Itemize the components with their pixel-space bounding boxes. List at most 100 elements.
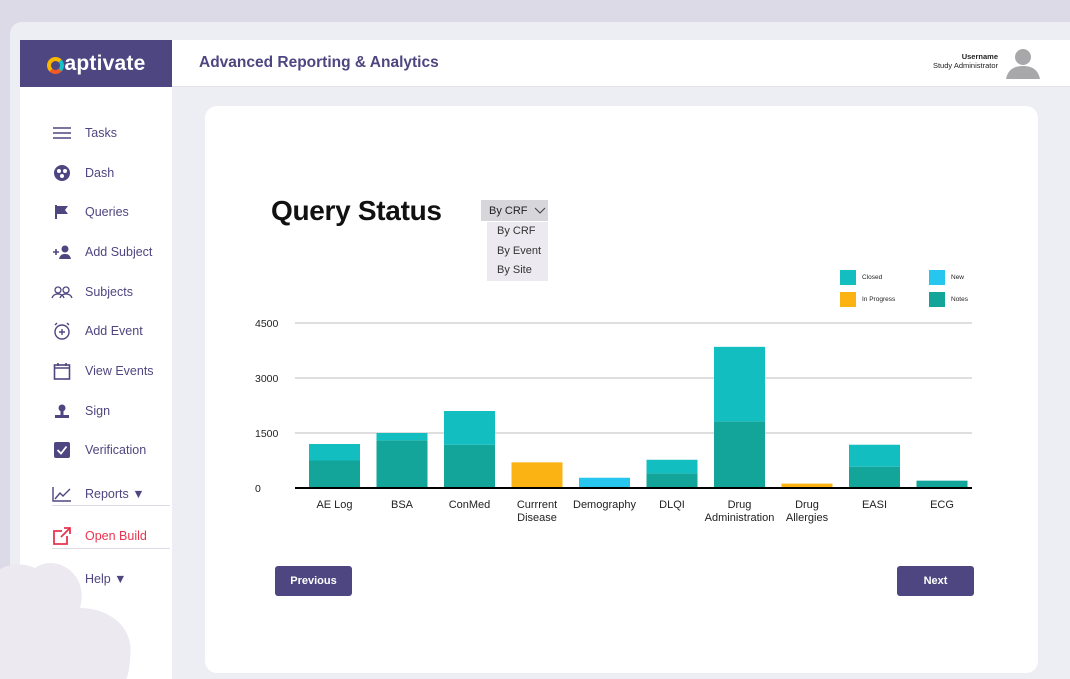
x-tick-label: Disease: [517, 512, 557, 524]
logo-mark-icon: [46, 57, 64, 74]
avatar-icon[interactable]: [1006, 48, 1040, 80]
bar-closed: [376, 433, 428, 441]
bar-notes: [444, 444, 495, 488]
y-tick-label: 4500: [255, 318, 279, 330]
legend-item-notes: Notes: [929, 292, 968, 307]
sidebar-item-add-event[interactable]: Add Event: [20, 318, 143, 344]
x-tick-label: AE Log: [316, 499, 352, 511]
sidebar-item-reports[interactable]: Reports ▼: [20, 481, 145, 507]
sidebar-item-tasks[interactable]: Tasks: [20, 120, 117, 146]
sidebar-item-label: Sign: [85, 404, 111, 418]
sign-icon: [51, 403, 73, 419]
bar-in-progress: [511, 462, 563, 488]
sidebar-item-subjects[interactable]: Subjects: [20, 279, 133, 305]
line-chart-icon: [51, 486, 73, 502]
sidebar-divider: [52, 505, 170, 506]
x-tick-label: ECG: [930, 499, 954, 511]
main-card: Query Status By CRF By CRF By Event By S…: [205, 106, 1038, 673]
chart-legend: Closed New In Progress Notes: [840, 270, 980, 312]
dropdown-option-event[interactable]: By Event: [487, 242, 548, 262]
flag-icon: [51, 204, 73, 220]
legend-label: In Progress: [862, 296, 896, 303]
group-by-dropdown[interactable]: By CRF: [481, 200, 548, 221]
sidebar-item-label: View Events: [85, 364, 154, 378]
people-icon: [51, 285, 73, 299]
legend-swatch: [929, 292, 945, 307]
x-tick-label: Drug: [795, 499, 819, 511]
logo-text: aptivate: [64, 51, 146, 75]
dropdown-menu: By CRF By Event By Site: [487, 222, 548, 281]
add-alarm-icon: [51, 322, 73, 340]
legend-swatch: [840, 292, 856, 307]
legend-label: Closed: [862, 274, 883, 281]
x-tick-label: DLQI: [659, 499, 685, 511]
sidebar-item-label: Verification: [85, 443, 147, 457]
legend-label: Notes: [951, 296, 968, 303]
menu-icon: [51, 126, 73, 140]
query-status-chart: 0 1500 3000 4500 AE Log BSA ConMed CurrrentDise…: [255, 318, 972, 524]
bar-closed: [849, 444, 900, 467]
sidebar-item-label: Reports ▼: [85, 487, 145, 501]
page-title: Query Status: [271, 195, 442, 226]
y-tick-label: 3000: [255, 373, 279, 385]
decorative-cloud: [0, 563, 131, 679]
sidebar-item-sign[interactable]: Sign: [20, 398, 110, 424]
bar-notes: [646, 473, 698, 488]
x-tick-label: BSA: [391, 499, 414, 511]
legend-label: New: [951, 274, 965, 281]
x-tick-label: Allergies: [786, 512, 829, 524]
bar-closed: [646, 459, 698, 474]
sidebar-item-label: Add Subject: [85, 245, 153, 259]
previous-button[interactable]: Previous: [275, 566, 352, 596]
sidebar-item-verification[interactable]: Verification: [20, 437, 146, 463]
external-link-icon: [51, 527, 73, 545]
app-title: Advanced Reporting & Analytics: [199, 54, 439, 71]
x-tick-label: ConMed: [449, 499, 491, 511]
sidebar-item-label: Open Build: [85, 529, 147, 543]
sidebar-item-label: Queries: [85, 205, 129, 219]
bar-notes: [376, 440, 428, 488]
bar-closed: [714, 346, 765, 422]
top-bar: Advanced Reporting & Analytics Username …: [172, 40, 1070, 87]
logo[interactable]: aptivate: [20, 40, 172, 87]
legend-swatch: [840, 270, 856, 285]
x-tick-label: Currrent: [517, 499, 557, 511]
calendar-icon: [51, 362, 73, 380]
dropdown-option-site[interactable]: By Site: [487, 261, 548, 281]
legend-item-new: New: [929, 270, 964, 285]
bar-new: [579, 477, 630, 488]
dashboard-icon: [51, 164, 73, 182]
bar-notes: [916, 480, 968, 488]
add-person-icon: [51, 244, 73, 260]
x-tick-label: Demography: [573, 499, 636, 511]
bar-closed: [444, 411, 495, 445]
dropdown-selected: By CRF: [489, 204, 528, 217]
y-tick-label: 1500: [255, 428, 279, 440]
sidebar-item-view-events[interactable]: View Events: [20, 358, 154, 384]
bar-notes: [309, 460, 360, 488]
user-info[interactable]: Username Study Administrator: [933, 52, 998, 70]
sidebar-item-label: Subjects: [85, 285, 133, 299]
x-tick-label: Administration: [705, 512, 775, 524]
sidebar-item-label: Add Event: [85, 324, 143, 338]
chevron-down-icon: [534, 207, 545, 214]
legend-item-in-progress: In Progress: [840, 292, 895, 307]
bar-closed: [309, 444, 360, 461]
bar-notes: [849, 466, 900, 488]
sidebar-item-add-subject[interactable]: Add Subject: [20, 239, 152, 265]
user-name: Username: [961, 52, 998, 61]
sidebar-item-label: Tasks: [85, 126, 117, 140]
x-tick-label: EASI: [862, 499, 887, 511]
sidebar-item-dash[interactable]: Dash: [20, 160, 114, 186]
legend-item-closed: Closed: [840, 270, 882, 285]
dropdown-option-crf[interactable]: By CRF: [487, 222, 548, 242]
bar-notes: [714, 421, 765, 488]
checkbox-icon: [51, 442, 73, 458]
sidebar-item-open-build[interactable]: Open Build: [20, 523, 147, 549]
legend-swatch: [929, 270, 945, 285]
next-button[interactable]: Next: [897, 566, 974, 596]
x-tick-label: Drug: [728, 499, 752, 511]
user-role: Study Administrator: [932, 61, 998, 70]
sidebar-item-queries[interactable]: Queries: [20, 199, 129, 225]
y-tick-label: 0: [255, 483, 261, 495]
